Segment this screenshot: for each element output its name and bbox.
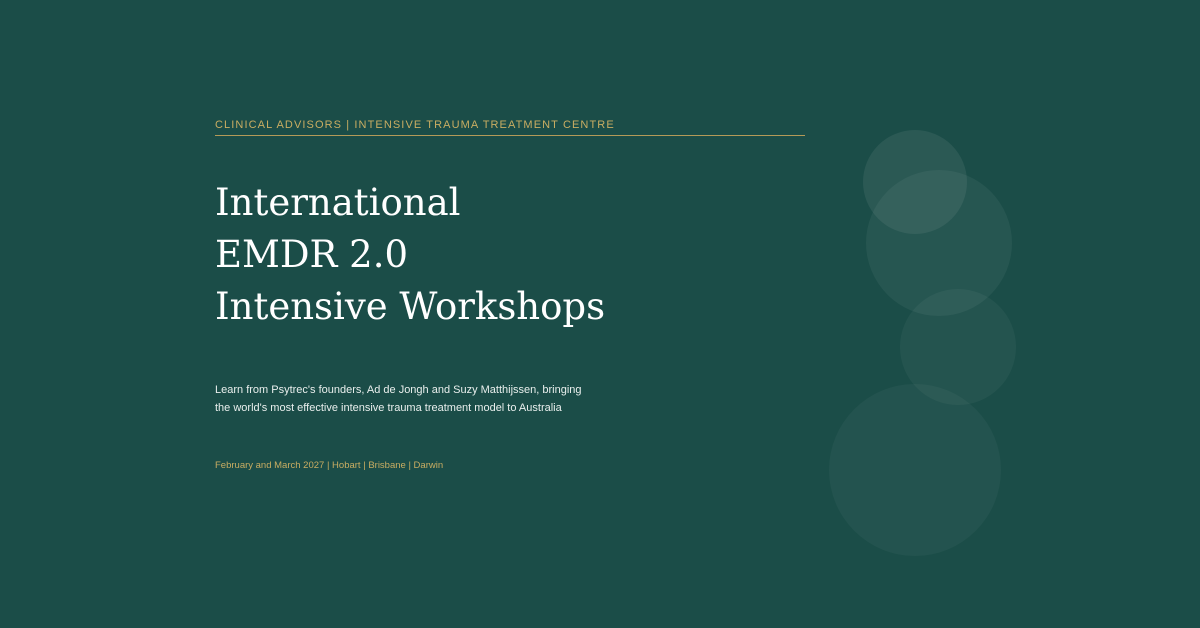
gold-divider <box>215 135 805 136</box>
title-line: EMDR 2.0 <box>215 233 409 276</box>
decorative-circle-4 <box>829 384 1001 556</box>
lead-paragraph: Learn from Psytrec's founders, Ad de Jon… <box>215 381 635 417</box>
lead-line: Learn from Psytrec's founders, Ad de Jon… <box>215 384 582 396</box>
promo-banner: CLINICAL ADVISORS | INTENSIVE TRAUMA TRE… <box>0 0 1200 628</box>
dates-and-locations: February and March 2027 | Hobart | Brisb… <box>215 460 444 471</box>
eyebrow-text: CLINICAL ADVISORS | INTENSIVE TRAUMA TRE… <box>215 119 615 131</box>
lead-line: the world's most effective intensive tra… <box>215 402 562 414</box>
page-title: International EMDR 2.0 Intensive Worksho… <box>215 177 605 333</box>
title-line: International <box>215 181 461 224</box>
title-line: Intensive Workshops <box>215 285 606 328</box>
